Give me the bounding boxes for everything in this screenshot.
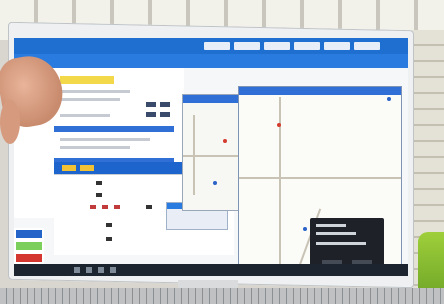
map-marker-icon[interactable] <box>213 181 217 185</box>
keyboard <box>0 288 444 304</box>
highlight-tag <box>60 76 114 84</box>
text-line <box>60 138 150 141</box>
taskbar-icon[interactable] <box>74 267 80 273</box>
photo-scene <box>0 0 444 304</box>
map-header <box>239 87 401 95</box>
text-line <box>60 146 130 149</box>
taskbar <box>14 264 408 276</box>
status-badge <box>160 112 170 117</box>
alert-marker <box>90 205 96 209</box>
alert-marker <box>102 205 108 209</box>
header-tabs <box>204 42 380 50</box>
toolbar-chip[interactable] <box>80 165 94 171</box>
toolbar-chip[interactable] <box>62 165 76 171</box>
taskbar-icon[interactable] <box>110 267 116 273</box>
popup-text-line <box>316 242 366 245</box>
header-tab[interactable] <box>324 42 350 50</box>
finger <box>0 100 20 144</box>
text-line <box>60 114 110 117</box>
taskbar-icon[interactable] <box>98 267 104 273</box>
header-tab[interactable] <box>294 42 320 50</box>
strip-button[interactable] <box>16 254 42 262</box>
map-marker-icon[interactable] <box>387 97 391 101</box>
header-tab[interactable] <box>264 42 290 50</box>
taskbar-icon[interactable] <box>86 267 92 273</box>
map-road <box>239 177 401 179</box>
list-marker <box>106 223 112 227</box>
monitor-screen <box>14 38 408 276</box>
text-line <box>60 98 120 101</box>
header-tab[interactable] <box>354 42 380 50</box>
app-header-bar <box>14 38 408 54</box>
status-badge <box>146 102 156 107</box>
header-tab[interactable] <box>234 42 260 50</box>
strip-button[interactable] <box>16 230 42 238</box>
status-badge <box>160 102 170 107</box>
list-marker <box>146 205 152 209</box>
text-line <box>60 90 130 93</box>
list-marker <box>96 193 102 197</box>
alert-marker <box>114 205 120 209</box>
section-row[interactable] <box>54 126 174 132</box>
map-marker-icon[interactable] <box>303 227 307 231</box>
strip-button[interactable] <box>16 242 42 250</box>
map-marker-icon[interactable] <box>277 123 281 127</box>
status-badge <box>146 112 156 117</box>
map-marker-icon[interactable] <box>223 139 227 143</box>
popup-text-line <box>316 224 346 227</box>
header-tab[interactable] <box>204 42 230 50</box>
list-marker <box>106 237 112 241</box>
app-subheader-bar <box>14 54 408 68</box>
list-marker <box>96 181 102 185</box>
popup-text-line <box>316 232 356 235</box>
